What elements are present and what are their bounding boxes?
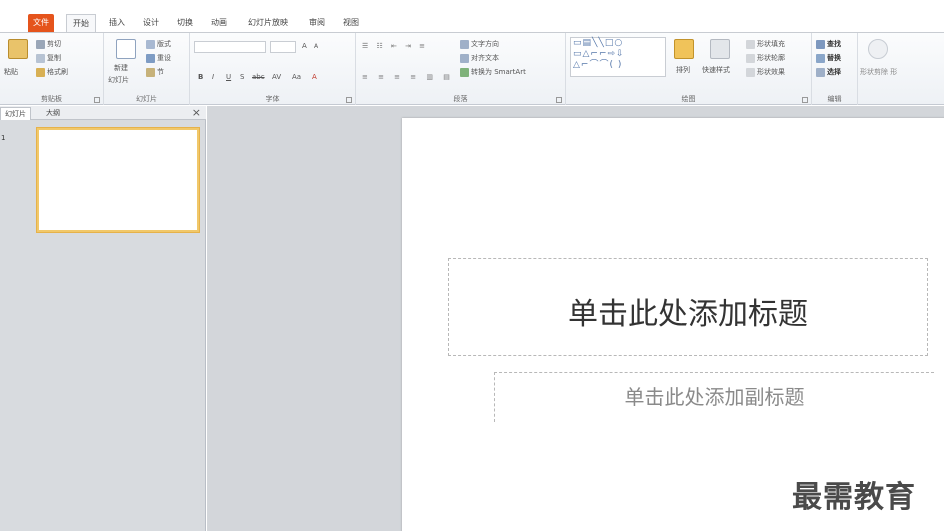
title-placeholder-text: 单击此处添加标题 [568, 297, 808, 332]
align-text-button[interactable]: 对齐文本 [460, 53, 499, 63]
drawing-launcher-icon[interactable] [802, 97, 808, 103]
arrange-icon [674, 39, 694, 59]
group-label-font: 字体 [265, 95, 280, 103]
copy-button[interactable]: 复制 [36, 53, 61, 63]
pencil-icon [746, 53, 755, 63]
arrange-button[interactable]: 排列 [676, 65, 690, 75]
close-pane-icon[interactable]: × [192, 106, 201, 120]
shape-subtract-icon [868, 39, 888, 59]
shadow-button[interactable]: S [240, 73, 244, 81]
watermark: 最需教育 [792, 480, 916, 515]
clipboard-launcher-icon[interactable] [94, 97, 100, 103]
group-label-clipboard: 剪贴板 [41, 95, 62, 103]
tab-file[interactable]: 文件 [28, 14, 54, 32]
shapes-gallery[interactable]: ▭▤╲╲□○ ▭△⌐⌐⇨⇩ △⌐⌒⌒( ) [570, 37, 666, 77]
shape-outline-button[interactable]: 形状轮廓 [746, 53, 785, 63]
font-launcher-icon[interactable] [346, 97, 352, 103]
font-size-combo[interactable] [270, 41, 296, 53]
list-buttons[interactable]: ☰ ☷ ⇤ ⇥ ≡ [362, 42, 428, 50]
copy-icon [36, 53, 45, 63]
tab-home[interactable]: 开始 [66, 14, 96, 32]
tab-outline[interactable]: 大纲 [42, 107, 64, 120]
replace-button[interactable]: 替换 [816, 53, 841, 63]
tab-transitions[interactable]: 切换 [172, 14, 198, 32]
text-direction-icon [460, 39, 469, 49]
title-placeholder[interactable]: 单击此处添加标题 [448, 258, 928, 356]
new-slide-icon [116, 39, 136, 59]
group-extra: 形状剪除 形 [858, 33, 944, 105]
group-label-editing: 编辑 [827, 95, 842, 103]
slide-thumbnail[interactable] [37, 128, 199, 232]
change-case-button[interactable]: Aa [292, 73, 301, 81]
effects-icon [746, 67, 755, 77]
paragraph-launcher-icon[interactable] [556, 97, 562, 103]
paint-bucket-icon [746, 39, 755, 49]
reset-icon [146, 53, 155, 63]
new-slide-button[interactable]: 新建 [114, 63, 128, 73]
smartart-icon [460, 67, 469, 77]
strikethrough-button[interactable]: abc [252, 73, 265, 81]
tab-animations[interactable]: 动画 [206, 14, 232, 32]
section-icon [146, 67, 155, 77]
underline-button[interactable]: U [226, 73, 231, 81]
quick-styles-button[interactable]: 快速样式 [702, 65, 730, 75]
brush-icon [36, 67, 45, 77]
group-label-drawing: 绘图 [681, 95, 696, 103]
binoculars-icon [816, 39, 825, 49]
subtitle-placeholder-text: 单击此处添加副标题 [624, 385, 805, 409]
paste-icon [8, 39, 28, 59]
group-drawing: ▭▤╲╲□○ ▭△⌐⌐⇨⇩ △⌐⌒⌒( ) 排列 快速样式 形状填充 形状轮廓 形状… [566, 33, 812, 105]
ribbon: 粘贴 剪切 复制 格式刷 剪贴板 新建 幻灯片 版式 重设 节 幻灯片 A A … [0, 32, 944, 105]
subtitle-placeholder[interactable]: 单击此处添加副标题 [494, 372, 934, 422]
reset-button[interactable]: 重设 [146, 53, 171, 63]
select-button[interactable]: 选择 [816, 67, 841, 77]
tab-insert[interactable]: 插入 [104, 14, 130, 32]
group-font: A A B I U S abc AV Aa A 字体 [190, 33, 356, 105]
ribbon-tab-strip: 文件 开始 插入 设计 切换 动画 幻灯片放映 审阅 视图 [0, 14, 944, 32]
tab-design[interactable]: 设计 [138, 14, 164, 32]
cut-button[interactable]: 剪切 [36, 39, 61, 49]
find-button[interactable]: 查找 [816, 39, 841, 49]
tab-slideshow[interactable]: 幻灯片放映 [240, 14, 296, 32]
layout-icon [146, 39, 155, 49]
replace-icon [816, 53, 825, 63]
group-paragraph: ☰ ☷ ⇤ ⇥ ≡ ≡ ≡ ≡ ≡ ▥ ▤ 文字方向 对齐文本 转换为 Smar… [356, 33, 566, 105]
align-text-icon [460, 53, 469, 63]
shrink-font-button[interactable]: A [314, 43, 318, 50]
font-color-button[interactable]: A [312, 73, 317, 81]
group-editing: 查找 替换 选择 编辑 [812, 33, 858, 105]
editing-canvas: 单击此处添加标题 单击此处添加副标题 [207, 106, 944, 531]
slide: 单击此处添加标题 单击此处添加副标题 [402, 118, 944, 531]
shape-fill-button[interactable]: 形状填充 [746, 39, 785, 49]
group-clipboard: 粘贴 剪切 复制 格式刷 剪贴板 [0, 33, 104, 105]
font-name-combo[interactable] [194, 41, 266, 53]
grow-font-button[interactable]: A [302, 42, 307, 50]
bold-button[interactable]: B [198, 73, 203, 81]
cursor-icon [816, 67, 825, 77]
shape-subtract-button[interactable]: 形状剪除 形 [860, 67, 897, 77]
group-label-slides: 幻灯片 [136, 95, 157, 103]
slide-thumbnail-pane: 幻灯片 大纲 × 1 [0, 106, 206, 531]
convert-smartart-button[interactable]: 转换为 SmartArt [460, 67, 526, 77]
pane-tabs: 幻灯片 大纲 × [0, 106, 206, 120]
layout-button[interactable]: 版式 [146, 39, 171, 49]
align-buttons[interactable]: ≡ ≡ ≡ ≡ ▥ ▤ [362, 73, 454, 81]
group-slides: 新建 幻灯片 版式 重设 节 幻灯片 [104, 33, 190, 105]
scissors-icon [36, 39, 45, 49]
new-slide-label[interactable]: 幻灯片 [108, 75, 129, 85]
shape-effects-button[interactable]: 形状效果 [746, 67, 785, 77]
text-direction-button[interactable]: 文字方向 [460, 39, 499, 49]
quick-styles-icon [710, 39, 730, 59]
italic-button[interactable]: I [212, 73, 214, 81]
tab-slides[interactable]: 幻灯片 [0, 107, 31, 120]
paste-button[interactable]: 粘贴 [4, 67, 18, 77]
tab-view[interactable]: 视图 [338, 14, 364, 32]
char-spacing-button[interactable]: AV [272, 73, 281, 81]
slide-number: 1 [1, 134, 6, 142]
group-label-paragraph: 段落 [453, 95, 468, 103]
format-painter-button[interactable]: 格式刷 [36, 67, 68, 77]
section-button[interactable]: 节 [146, 67, 164, 77]
tab-review[interactable]: 审阅 [304, 14, 330, 32]
